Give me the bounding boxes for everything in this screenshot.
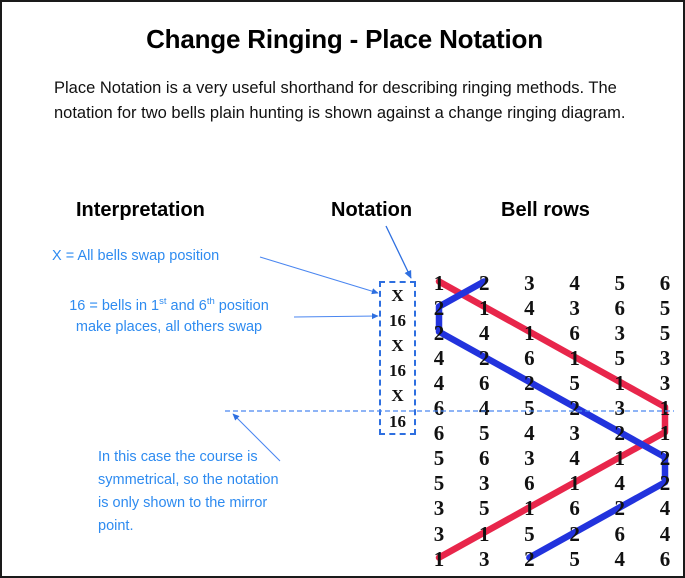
bell-digit: 4 [569, 446, 580, 471]
bell-digit: 1 [524, 320, 535, 345]
bell-digit: 4 [569, 270, 580, 295]
slide-canvas: Change Ringing - Place Notation Place No… [0, 0, 685, 578]
bell-digit: 5 [614, 270, 626, 295]
bell-digit: 3 [478, 471, 490, 496]
bell-digit: 5 [659, 295, 671, 320]
bell-digit: 5 [433, 446, 445, 471]
bell-digit: 2 [478, 345, 490, 370]
bell-digit: 6 [524, 471, 535, 496]
bell-digit: 5 [524, 521, 535, 546]
ordinal-suffix-sixth: th [206, 296, 215, 308]
bell-digit: 3 [433, 521, 445, 546]
bell-digit: 4 [524, 295, 535, 320]
notation-item: X [391, 336, 404, 356]
bell-digit: 2 [478, 270, 490, 295]
annotation-sixteen-mid: and 6 [166, 298, 207, 314]
bell-digit: 4 [524, 421, 535, 446]
bell-digit: 4 [659, 496, 671, 521]
bell-digit: 2 [524, 546, 535, 571]
bell-digit: 3 [659, 370, 671, 395]
bell-digit: 4 [614, 546, 626, 571]
bell-digit: 6 [433, 396, 445, 420]
bell-digit: 6 [524, 345, 535, 370]
bell-digit: 1 [478, 295, 490, 320]
bell-digit: 6 [569, 496, 580, 521]
bell-digit: 4 [433, 345, 445, 370]
bell-digit: 6 [659, 546, 671, 571]
bell-digit: 6 [433, 421, 445, 446]
bell-digit: 1 [478, 521, 490, 546]
bell-digit: 5 [433, 471, 445, 496]
bell-digit: 6 [478, 446, 490, 471]
bell-digit: 2 [433, 295, 445, 320]
bell-digit: 1 [569, 345, 580, 370]
bell-digit: 1 [524, 496, 535, 521]
bell-digit: 3 [569, 295, 580, 320]
annotation-sixteen-rule: 16 = bells in 1st and 6th position make … [24, 296, 314, 338]
bell-digit: 1 [659, 396, 671, 420]
bell-digit: 1 [433, 270, 445, 295]
bell-digit: 3 [614, 396, 626, 420]
bell-1-path [435, 278, 669, 561]
bell-digit: 4 [433, 370, 445, 395]
bell-digit: 5 [659, 320, 671, 345]
annotation-x-rule: X = All bells swap position [52, 248, 220, 264]
leader-line-notation-heading [385, 225, 412, 279]
annotation-sixteen-line1: 16 = bells in 1st and 6th position [69, 296, 269, 314]
notation-item: 16 [389, 411, 406, 431]
bell-digit: 6 [478, 370, 490, 395]
bell-digit: 1 [614, 446, 626, 471]
bell-digit: 6 [659, 270, 671, 295]
annotation-sixteen-post: position [214, 298, 269, 314]
bell-digit: 3 [524, 270, 535, 295]
bell-digit: 1 [433, 546, 445, 571]
bell-digit: 1 [569, 471, 580, 496]
bell-digit: 5 [478, 421, 490, 446]
bell-digit: 5 [524, 396, 535, 420]
bell-digit: 5 [614, 345, 626, 370]
bell-digit: 5 [569, 546, 580, 571]
bell-digit: 4 [614, 471, 626, 496]
notation-item: X [391, 386, 404, 406]
bell-digit: 2 [524, 370, 535, 395]
notation-item: 16 [389, 311, 406, 331]
bell-digit: 6 [569, 320, 580, 345]
bell-digit: 3 [659, 345, 671, 370]
bell-digit: 4 [659, 521, 671, 546]
annotation-mirror-note: In this case the course is symmetrical, … [98, 449, 279, 534]
bell-digit: 5 [569, 370, 580, 395]
bell-digit: 2 [659, 471, 671, 496]
bell-digit: 4 [478, 396, 490, 420]
bell-digit: 4 [478, 320, 490, 345]
ordinal-suffix-first: st [159, 296, 167, 308]
bell-digit: 5 [478, 496, 490, 521]
bell-digit: 3 [614, 320, 626, 345]
bell-digit: 6 [614, 295, 626, 320]
annotation-sixteen-line2: make places, all others swap [75, 319, 263, 335]
bell-digit: 3 [569, 421, 580, 446]
column-heading-notation: Notation [331, 199, 413, 221]
bell-digit: 3 [524, 446, 535, 471]
column-heading-interpretation: Interpretation [76, 199, 205, 221]
bell-digit: 2 [569, 396, 580, 420]
notation-item: X [391, 286, 404, 305]
bell-digit: 2 [614, 421, 626, 446]
bell-digit: 2 [659, 446, 671, 471]
column-heading-bell-rows: Bell rows [501, 199, 590, 221]
bell-digit: 2 [614, 496, 626, 521]
bell-digit: 3 [433, 496, 445, 521]
bell-digit: 2 [433, 320, 445, 345]
bell-digit: 2 [569, 521, 580, 546]
notation-item: 16 [389, 361, 406, 381]
intro-paragraph: Place Notation is a very useful shorthan… [54, 79, 626, 122]
annotation-sixteen-pre: 16 = bells in 1 [69, 298, 160, 314]
bell-digit: 1 [659, 421, 671, 446]
bell-digit: 6 [614, 521, 626, 546]
bell-digit: 1 [614, 370, 626, 395]
bell-2-path [435, 278, 669, 561]
page-title: Change Ringing - Place Notation [146, 24, 543, 54]
bell-digit: 3 [478, 546, 490, 571]
